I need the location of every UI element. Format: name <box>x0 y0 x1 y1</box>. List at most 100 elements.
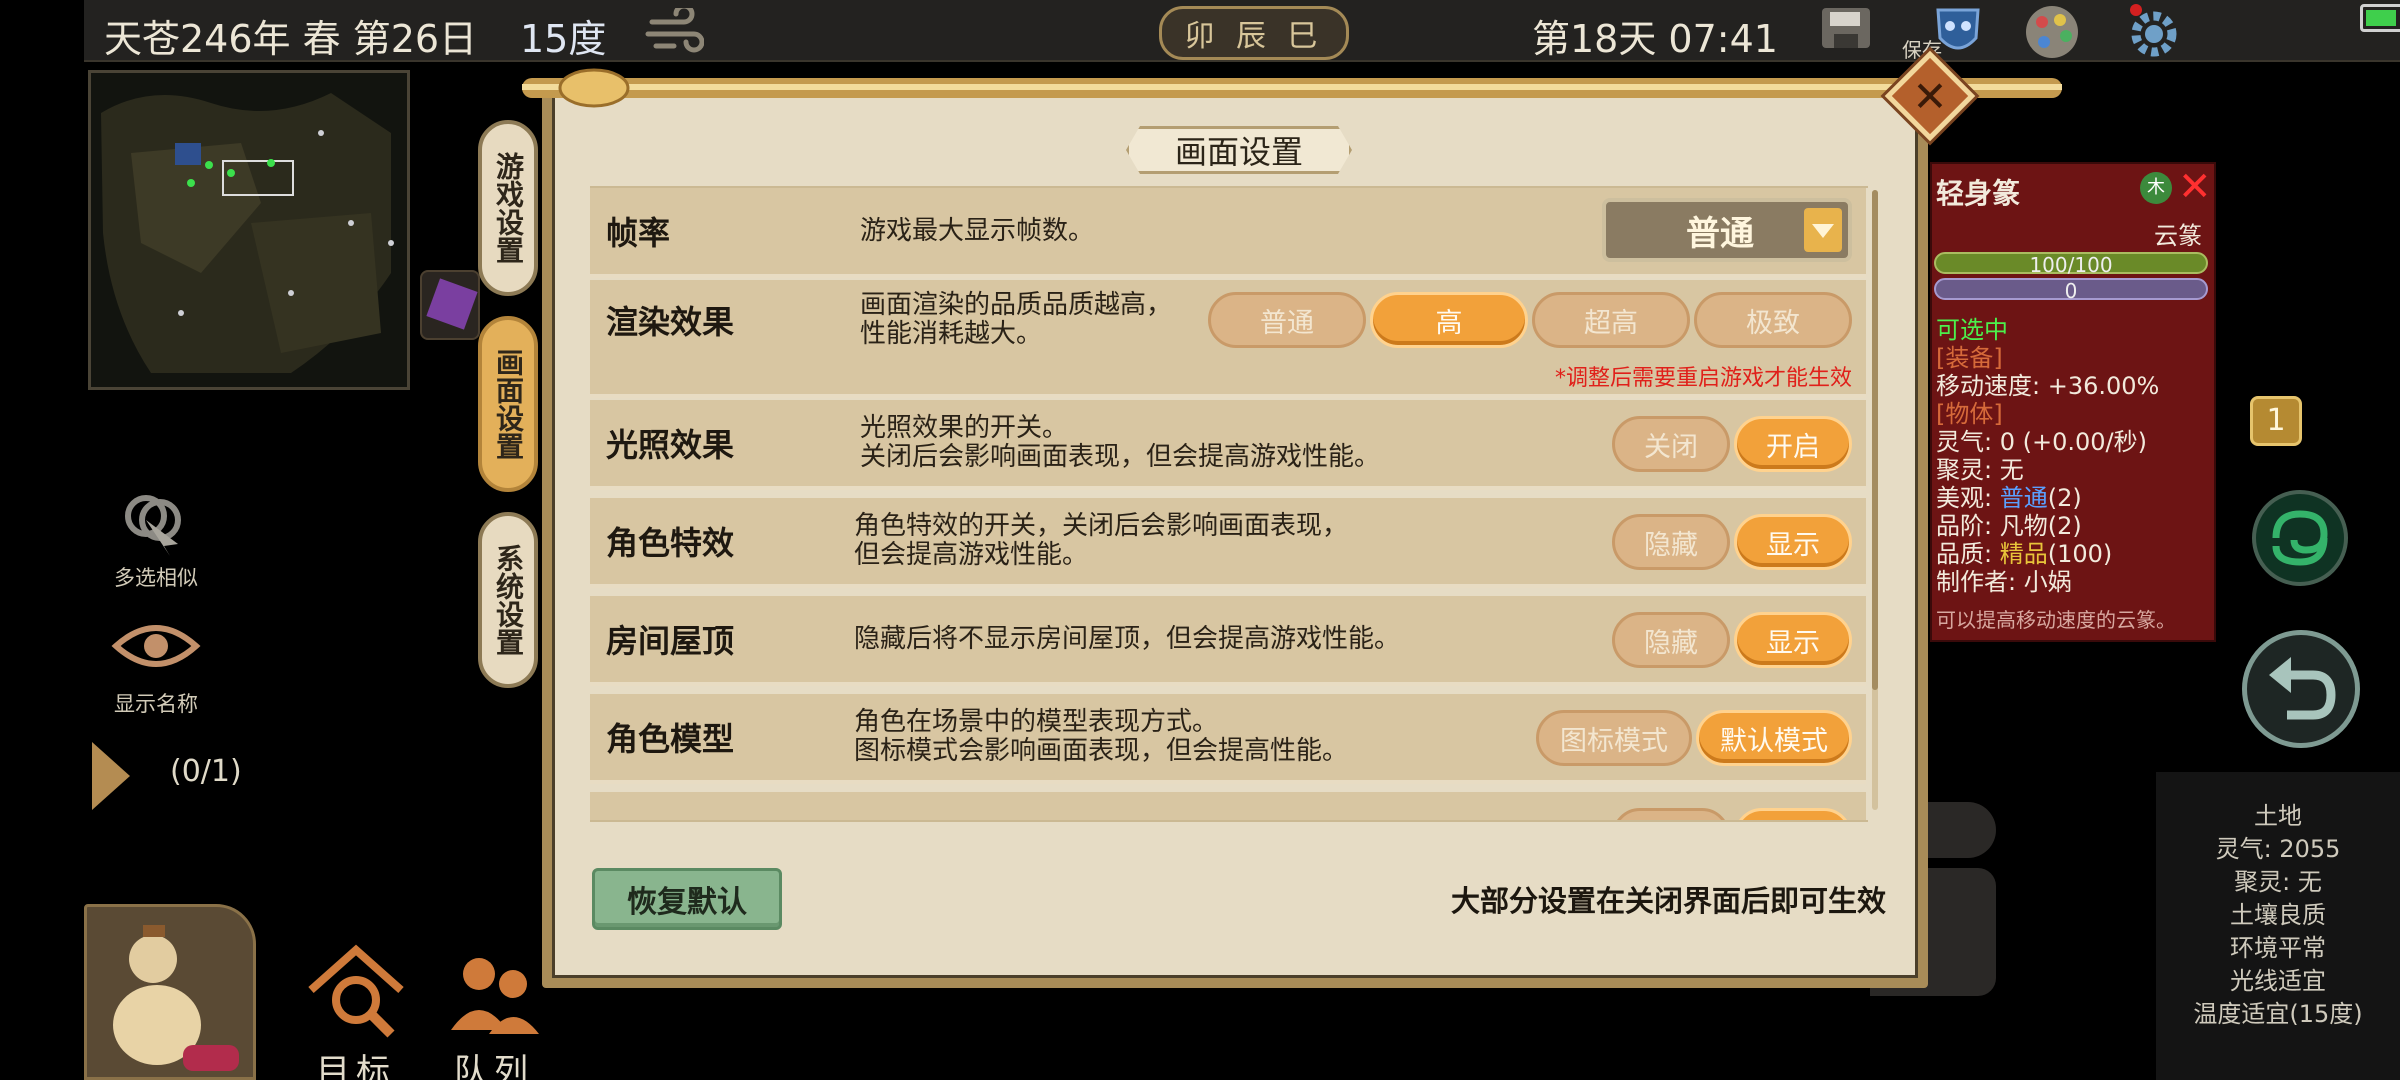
terrain-type: 土地 <box>2254 802 2302 830</box>
option-hide[interactable]: 隐藏 <box>1612 612 1730 668</box>
time-period-indicator: 卯 辰 巳 <box>1154 6 1354 60</box>
palette-icon[interactable] <box>2022 4 2082 60</box>
terrain-temperature: 温度适宜(15度) <box>2193 1000 2363 1028</box>
setting-name: 光照效果 <box>606 426 735 464</box>
terrain-soil: 土壤良质 <box>2230 901 2326 929</box>
option-show[interactable]: 显示 <box>1734 612 1852 668</box>
restore-defaults-button[interactable]: 恢复默认 <box>592 868 782 930</box>
back-arrow-icon <box>2269 657 2336 720</box>
settings-footer-note: 大部分设置在关闭界面后即可生效 <box>1450 884 1886 918</box>
chevron-down-icon <box>1804 208 1842 252</box>
option-ultra[interactable]: 超高 <box>1532 292 1690 348</box>
gourd-icon <box>113 925 239 1071</box>
mp-bar: 0 <box>1934 278 2208 302</box>
save-icon[interactable] <box>1816 4 1876 60</box>
mask-icon[interactable] <box>1928 4 1988 60</box>
setting-desc: 角色特效的开关，关闭后会影响画面表现， 但会提高游戏性能。 <box>854 511 1349 570</box>
room-roof-options: 隐藏 显示 <box>1612 612 1852 668</box>
chat-bubble-badge[interactable]: 1 <box>2250 396 2302 446</box>
page-counter: (0/1) <box>170 754 242 789</box>
show-names-button[interactable]: 显示名称 <box>76 612 236 718</box>
temperature: 15度 <box>520 17 607 61</box>
item-close-icon[interactable]: ✕ <box>2178 164 2212 210</box>
settings-list[interactable]: 帧率 游戏最大显示帧数。 普通 渲染效果 画面渲染的品质品质越高， 性能消耗越大。… <box>590 186 1868 822</box>
tab-game-settings[interactable]: 游戏设置 <box>478 120 538 296</box>
setting-row-character-model: 角色模型 角色在场景中的模型表现方式。 图标模式会影响画面表现，但会提高性能。 图… <box>590 694 1866 784</box>
option-partial-left[interactable] <box>1612 808 1730 820</box>
item-info-panel: 轻身篆 木 ✕ 云篆 100/100 0 可选中 [装备] 移动速度: +36.… <box>1930 162 2216 642</box>
item-stack-icon[interactable] <box>420 270 480 340</box>
option-on[interactable]: 开启 <box>1734 416 1852 472</box>
character-effects-options: 隐藏 显示 <box>1612 514 1852 570</box>
setting-name: 帧率 <box>606 214 671 252</box>
game-date: 天苍246年 春 第26日 <box>104 17 478 61</box>
option-show[interactable]: 显示 <box>1734 514 1852 570</box>
modal-title: 画面设置 <box>1126 126 1352 174</box>
option-off[interactable]: 关闭 <box>1612 416 1730 472</box>
setting-name: 房间屋顶 <box>606 622 735 660</box>
option-extreme[interactable]: 极致 <box>1694 292 1852 348</box>
render-quality-options: 普通 高 超高 极致 <box>1208 292 1852 348</box>
queue-label: 队列 <box>454 1052 534 1080</box>
item-description: 可以提高移动速度的云篆。 <box>1936 608 2176 632</box>
back-button[interactable] <box>2242 630 2360 748</box>
setting-row-partial <box>590 792 1866 820</box>
multi-select-label: 多选相似 <box>114 566 198 590</box>
setting-desc: 角色在场景中的模型表现方式。 图标模式会影响画面表现，但会提高性能。 <box>854 707 1349 766</box>
option-hide[interactable]: 隐藏 <box>1612 514 1730 570</box>
multi-select-icon <box>125 495 181 556</box>
cloud-swirl-icon[interactable] <box>644 8 704 54</box>
day-time: 第18天 07:41 <box>1532 17 1778 61</box>
setting-name: 角色模型 <box>606 720 735 758</box>
option-icon-mode[interactable]: 图标模式 <box>1536 710 1692 766</box>
option-partial-right[interactable] <box>1734 808 1852 820</box>
restart-warning: *调整后需要重启游戏才能生效 <box>1554 366 1852 391</box>
hp-bar: 100/100 <box>1934 252 2208 276</box>
setting-desc: 画面渲染的品质品质越高， 性能消耗越大。 <box>860 290 1173 349</box>
page-next-arrow[interactable] <box>92 742 130 810</box>
setting-row-character-effects: 角色特效 角色特效的开关，关闭后会影响画面表现， 但会提高游戏性能。 隐藏 显示 <box>590 498 1866 588</box>
scroll-rod-ornament <box>522 68 2062 108</box>
setting-row-lighting: 光照效果 光照效果的开关。 关闭后会影响画面表现，但会提高游戏性能。 关闭 开启 <box>590 400 1866 490</box>
target-search-icon <box>308 944 404 1038</box>
setting-desc: 隐藏后将不显示房间屋顶，但会提高游戏性能。 <box>854 623 1401 654</box>
queue-people-icon <box>451 958 539 1034</box>
option-high[interactable]: 高 <box>1370 292 1528 348</box>
option-default-mode[interactable]: 默认模式 <box>1696 710 1852 766</box>
setting-desc: 光照效果的开关。 关闭后会影响画面表现，但会提高游戏性能。 <box>860 413 1381 472</box>
terrain-light: 光线适宜 <box>2230 967 2326 995</box>
setting-row-room-roof: 房间屋顶 隐藏后将不显示房间屋顶，但会提高游戏性能。 隐藏 显示 <box>590 596 1866 686</box>
setting-row-render-quality: 渲染效果 画面渲染的品质品质越高， 性能消耗越大。 普通 高 超高 极致 *调整后… <box>590 280 1866 398</box>
target-button[interactable]: 目标 <box>296 940 416 1080</box>
option-normal[interactable]: 普通 <box>1208 292 1366 348</box>
show-names-label: 显示名称 <box>114 692 198 716</box>
spirit-swirl-button[interactable] <box>2252 490 2348 586</box>
terrain-qi: 灵气: 2055 <box>2215 835 2341 863</box>
character-model-options: 图标模式 默认模式 <box>1536 710 1852 766</box>
close-icon: ✕ <box>1912 71 1948 121</box>
minimap[interactable] <box>88 70 410 390</box>
terrain-gather: 聚灵: 无 <box>2234 868 2322 896</box>
item-category: 云篆 <box>2154 222 2202 250</box>
gear-icon[interactable] <box>2124 4 2184 60</box>
gourd-inventory-button[interactable] <box>84 904 256 1080</box>
scrollbar-thumb[interactable] <box>1872 190 1878 690</box>
tab-display-settings[interactable]: 画面设置 <box>478 316 538 492</box>
tab-system-settings[interactable]: 系统设置 <box>478 512 538 688</box>
dropdown-value: 普通 <box>1686 213 1754 254</box>
setting-name: 渲染效果 <box>606 303 735 341</box>
setting-name: 角色特效 <box>606 524 735 562</box>
item-title: 轻身篆 <box>1936 177 2021 210</box>
queue-button[interactable]: 队列 <box>434 940 554 1080</box>
frame-rate-dropdown[interactable]: 普通 <box>1602 198 1852 262</box>
terrain-environment: 环境平常 <box>2230 934 2326 962</box>
lighting-options: 关闭 开启 <box>1612 416 1852 472</box>
settings-scrollbar[interactable] <box>1872 190 1878 810</box>
multi-select-similar-button[interactable]: 多选相似 <box>76 490 236 592</box>
target-label: 目标 <box>316 1052 396 1080</box>
setting-row-frame-rate: 帧率 游戏最大显示帧数。 普通 <box>590 188 1866 278</box>
item-line-maker: 制作者: 小娲 <box>1936 568 2072 596</box>
spirit-swirl-icon <box>2272 510 2328 566</box>
setting-desc: 游戏最大显示帧数。 <box>860 215 1095 246</box>
element-badge: 木 <box>2140 172 2172 204</box>
